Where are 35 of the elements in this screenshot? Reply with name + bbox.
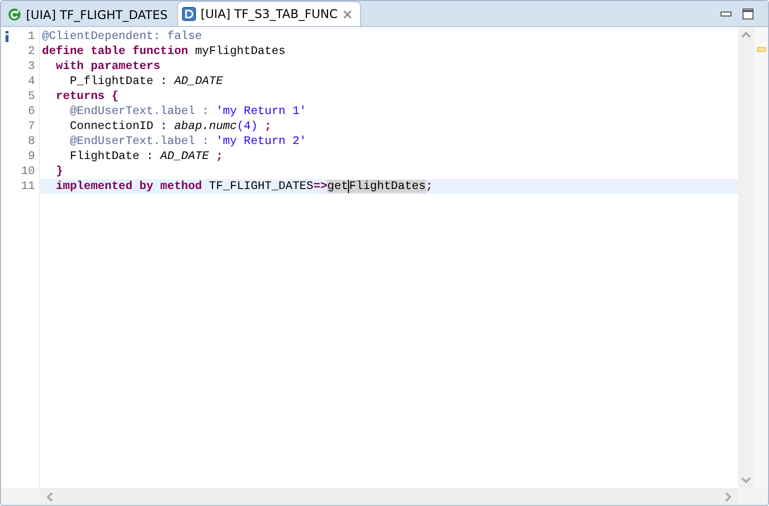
code-line: FlightDate : AD_DATE ; bbox=[68, 149, 224, 164]
line-number: 6 bbox=[28, 105, 35, 118]
code-line: } bbox=[54, 164, 64, 179]
editor-tab[interactable]: [UIA] TF_FLIGHT_DATES bbox=[3, 2, 177, 26]
scroll-up-icon[interactable] bbox=[741, 31, 751, 38]
line-number: 11 bbox=[21, 180, 35, 193]
line-number: 8 bbox=[28, 135, 35, 148]
refresh-icon bbox=[8, 8, 21, 21]
document-icon bbox=[182, 7, 196, 21]
scroll-left-icon[interactable] bbox=[46, 492, 53, 502]
editor-tab[interactable]: [UIA] TF_S3_TAB_FUNC bbox=[176, 1, 361, 26]
scroll-down-icon[interactable] bbox=[741, 477, 751, 484]
annotation-marker-icon[interactable] bbox=[756, 47, 766, 52]
line-number: 3 bbox=[28, 60, 35, 73]
line-number: 4 bbox=[28, 75, 35, 88]
maximize-icon[interactable] bbox=[742, 8, 754, 20]
line-number: 10 bbox=[21, 165, 35, 178]
code-line: @ClientDependent: false bbox=[41, 29, 204, 44]
code-line: ConnectionID : abap.numc(4) ; bbox=[68, 119, 273, 134]
line-number: 5 bbox=[28, 90, 35, 103]
line-number: 1 bbox=[28, 30, 35, 43]
code-line: define table function myFlightDates bbox=[41, 44, 287, 59]
close-icon[interactable] bbox=[342, 10, 352, 18]
horizontal-scrollbar[interactable] bbox=[40, 488, 738, 505]
code-line: @EndUserText.label : 'my Return 1' bbox=[68, 104, 308, 119]
code-line: P_flightDate : AD_DATE bbox=[68, 74, 224, 89]
line-number: 7 bbox=[28, 120, 35, 133]
minimize-icon[interactable] bbox=[720, 11, 732, 17]
line-number: 2 bbox=[28, 45, 35, 58]
code-line: with parameters bbox=[54, 59, 162, 74]
code-line: returns { bbox=[54, 89, 120, 104]
info-icon[interactable] bbox=[4, 31, 10, 42]
line-number: 9 bbox=[28, 150, 35, 163]
scroll-right-icon[interactable] bbox=[725, 492, 732, 502]
code-line: @EndUserText.label : 'my Return 2' bbox=[68, 134, 308, 149]
